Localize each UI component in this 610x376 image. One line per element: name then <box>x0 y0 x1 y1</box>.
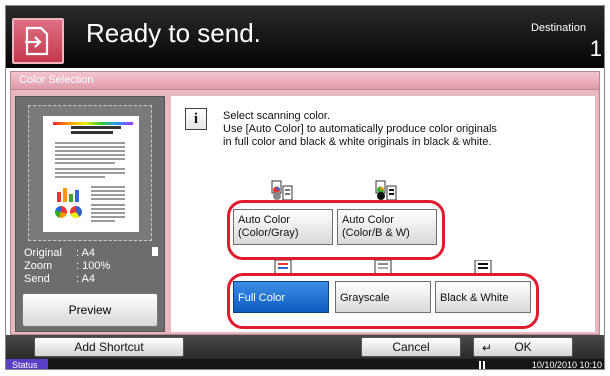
black-white-button[interactable]: Black & White <box>435 281 531 313</box>
pie-chart-icon <box>70 206 82 218</box>
full-color-button[interactable]: Full Color <box>233 281 329 313</box>
preview-pane: Original : A4 Zoom : 100% Send : A4 Prev… <box>15 96 165 332</box>
pause-icon <box>479 361 485 369</box>
color-selection-panel: Color Selection Original: A4 Zoom: 100… <box>10 71 600 335</box>
zoom-key: Zoom <box>24 260 53 272</box>
status-button[interactable]: Status <box>6 359 48 369</box>
document-thumbnail <box>28 105 152 241</box>
auto-color-gray-button[interactable]: Auto Color (Color/Gray) <box>233 209 333 245</box>
doc-title-block <box>53 122 133 136</box>
device-screen: Ready to send. Destination 1 Color Selec… <box>5 5 605 370</box>
auto-color-gray-icon <box>271 180 293 201</box>
color-options-area: i Select scanning color. Use [Auto Color… <box>171 96 595 332</box>
document-page <box>43 116 139 232</box>
header-bar: Ready to send. Destination 1 <box>6 6 604 68</box>
preview-button[interactable]: Preview <box>22 293 158 327</box>
instruction-message: Select scanning color. Use [Auto Color] … <box>223 110 583 149</box>
send-icon <box>12 18 64 64</box>
original-key: Original <box>24 247 62 259</box>
portrait-orientation-icon <box>152 247 158 256</box>
full-color-doc-icon <box>274 260 292 274</box>
destination-label: Destination <box>530 22 586 34</box>
enter-icon: ↵ <box>482 341 493 355</box>
auto-color-bw-button[interactable]: Auto Color (Color/B & W) <box>337 209 437 245</box>
datetime: 10/10/2010 10:10 <box>531 360 602 370</box>
zoom-value: : 100% <box>76 260 111 272</box>
footer-bar: Add Shortcut Cancel ↵ OK <box>6 335 604 359</box>
ok-label: OK <box>514 340 532 354</box>
pie-chart-icon <box>55 206 67 218</box>
message-line: Select scanning color. <box>223 110 331 122</box>
grayscale-doc-icon <box>374 260 392 274</box>
destination-count: 1 <box>589 36 602 61</box>
add-shortcut-button[interactable]: Add Shortcut <box>34 337 184 357</box>
grayscale-button[interactable]: Grayscale <box>335 281 431 313</box>
cancel-button[interactable]: Cancel <box>361 337 461 357</box>
bar-chart-icon <box>55 186 83 202</box>
message-line: Use [Auto Color] to automatically produc… <box>223 123 497 135</box>
send-key: Send <box>24 273 50 285</box>
auto-color-bw-icon <box>375 180 397 201</box>
black-white-doc-icon <box>474 260 492 274</box>
panel-title: Color Selection <box>19 74 94 86</box>
status-bar: Status 10/10/2010 10:10 <box>6 359 604 370</box>
send-value: : A4 <box>76 273 95 285</box>
message-line: in full color and black & white original… <box>223 136 492 148</box>
page-title: Ready to send. <box>86 18 261 48</box>
info-icon: i <box>185 108 207 130</box>
original-value: : A4 <box>76 247 95 259</box>
document-info: Original : A4 Zoom : 100% Send : A4 <box>24 247 162 286</box>
panel-title-bar: Color Selection <box>11 72 599 90</box>
ok-button[interactable]: ↵ OK <box>473 337 573 357</box>
